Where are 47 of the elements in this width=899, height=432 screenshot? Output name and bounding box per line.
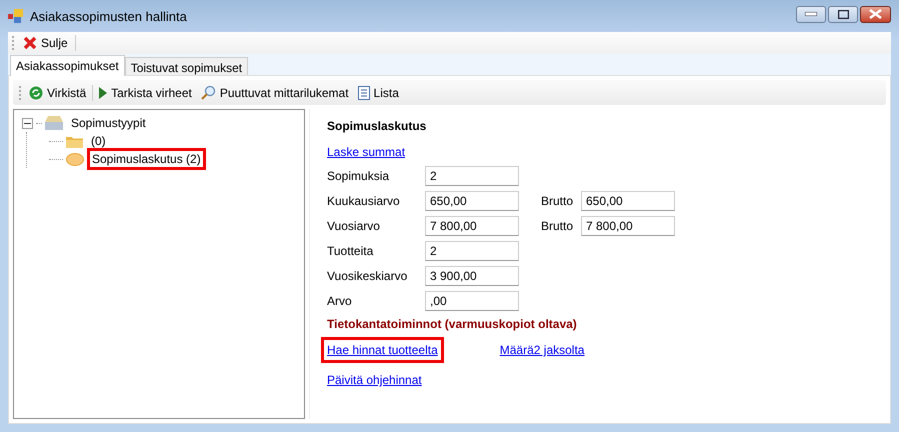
toolbar-button[interactable]: Lista: [354, 84, 402, 100]
field-label: Sopimuksia: [327, 168, 390, 182]
field-label: Kuukausiarvo: [327, 194, 401, 208]
toolbar-button[interactable]: Virkistä: [26, 84, 90, 100]
field-label: Brutto: [541, 194, 574, 208]
input-field[interactable]: 3 900,00: [425, 266, 519, 286]
close-icon: [869, 9, 882, 19]
document-icon: [358, 86, 370, 100]
section-title: Tietokantatoiminnot (varmuuskopiot oltava): [327, 317, 578, 331]
window-title: Asiakassopimusten hallinta: [30, 8, 188, 24]
app-icon: [8, 9, 24, 23]
input-field[interactable]: 650,00: [425, 190, 519, 210]
tab[interactable]: Toistuvat sopimukset: [124, 57, 248, 75]
link[interactable]: Hae hinnat tuotteelta: [321, 337, 444, 363]
input-field[interactable]: 2: [425, 240, 519, 260]
input-field[interactable]: 7 800,00: [581, 216, 675, 236]
field-label: Vuosikeskiarvo: [327, 268, 408, 282]
link[interactable]: Päivitä ohjehinnat: [321, 367, 428, 393]
field-label: Tuotteita: [327, 244, 374, 258]
refresh-icon: [29, 86, 43, 100]
input-field[interactable]: ,00: [425, 290, 519, 310]
link[interactable]: Määrä2 jaksolta: [494, 337, 590, 363]
input-field[interactable]: 2: [425, 166, 519, 186]
section-title: Sopimuslaskutus: [327, 119, 428, 133]
input-field[interactable]: 7 800,00: [425, 216, 519, 236]
field-label: Arvo: [327, 294, 353, 308]
collapse-toggle[interactable]: [22, 118, 33, 128]
x-icon: [23, 36, 37, 50]
field-label: Vuosiarvo: [327, 218, 381, 232]
tab[interactable]: Asiakassopimukset: [10, 55, 125, 76]
toolbar-button[interactable]: Puuttuvat mittarilukemat: [198, 84, 352, 101]
link[interactable]: Laske summat: [321, 139, 412, 165]
input-field[interactable]: 650,00: [581, 190, 675, 210]
field-label: Brutto: [541, 218, 574, 232]
maximize-icon: [838, 10, 848, 18]
play-icon: [99, 86, 108, 98]
minimize-button[interactable]: [796, 6, 826, 22]
folder-icon: [66, 134, 83, 148]
toolbar-button[interactable]: Tarkista virheet: [96, 84, 195, 100]
minimize-icon: [805, 12, 817, 16]
search-icon: [200, 85, 216, 100]
drawer-icon: [45, 116, 63, 130]
oval-icon: [66, 152, 84, 166]
tree-item[interactable]: Sopimuslaskutus (2): [87, 148, 206, 170]
close-tool-button[interactable]: Sulje: [20, 35, 71, 51]
maximize-button[interactable]: [828, 6, 858, 22]
close-button[interactable]: [860, 6, 891, 22]
